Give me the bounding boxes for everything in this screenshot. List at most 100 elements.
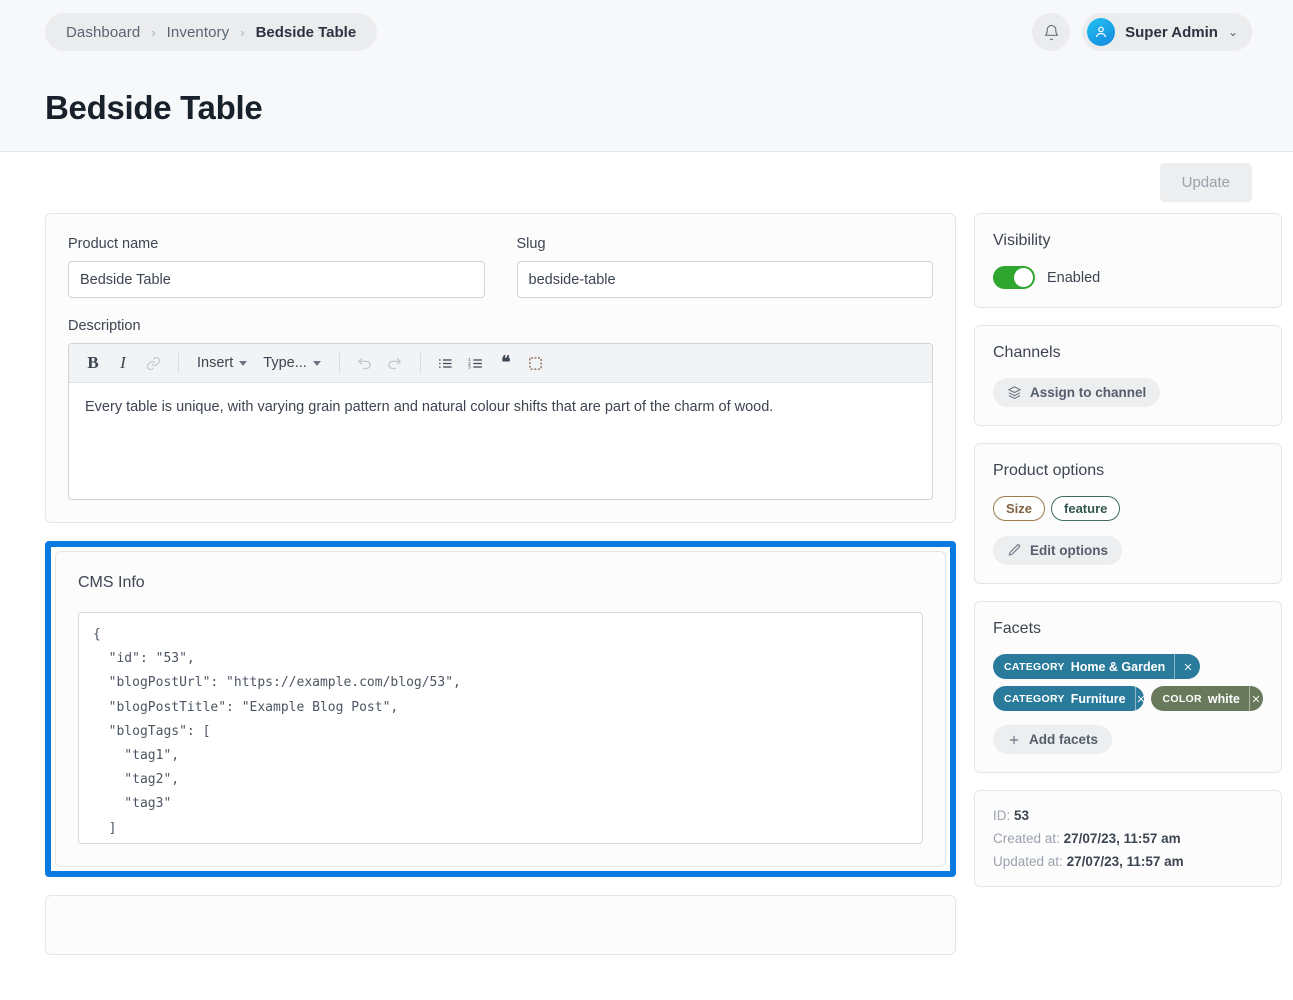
metadata-created-value: 27/07/23, 11:57 am xyxy=(1064,831,1181,846)
link-icon xyxy=(146,356,161,371)
metadata-updated-label: Updated at: xyxy=(993,854,1063,869)
slug-label: Slug xyxy=(517,236,934,252)
numbered-list-icon: 1 2 3 xyxy=(467,355,484,372)
type-label: Type... xyxy=(263,355,307,371)
insert-dropdown[interactable]: Insert xyxy=(190,349,254,377)
plus-icon xyxy=(1007,733,1021,747)
embed-block-icon xyxy=(528,356,543,371)
breadcrumb-item-current: Bedside Table xyxy=(256,24,357,41)
facet-chip-category-home-garden[interactable]: CATEGORY Home & Garden xyxy=(993,654,1200,679)
metadata-created-label: Created at: xyxy=(993,831,1060,846)
undo-button[interactable] xyxy=(351,349,379,377)
edit-options-button[interactable]: Edit options xyxy=(993,536,1122,565)
channels-title: Channels xyxy=(993,344,1263,362)
toolbar-divider xyxy=(339,353,340,373)
cms-info-highlight: CMS Info { "id": "53", "blogPostUrl": "h… xyxy=(45,541,956,877)
close-icon xyxy=(1136,694,1145,704)
product-details-card: Product name Slug Description B I xyxy=(45,213,956,523)
visibility-card: Visibility Enabled xyxy=(974,213,1282,308)
assign-to-channel-button[interactable]: Assign to channel xyxy=(993,378,1160,407)
numbered-list-button[interactable]: 1 2 3 xyxy=(462,349,490,377)
slug-input[interactable] xyxy=(517,261,934,298)
add-facets-label: Add facets xyxy=(1029,732,1098,747)
rich-text-editor: B I Insert xyxy=(68,343,933,500)
blockquote-button[interactable]: ❝ xyxy=(492,349,520,377)
channels-card: Channels Assign to channel xyxy=(974,325,1282,426)
assign-to-channel-label: Assign to channel xyxy=(1030,385,1146,400)
option-chip-feature[interactable]: feature xyxy=(1051,496,1120,521)
description-text[interactable]: Every table is unique, with varying grai… xyxy=(69,383,932,499)
facet-row: CATEGORY Furniture COLOR white xyxy=(993,686,1263,711)
facet-chip-body: CATEGORY Furniture xyxy=(993,692,1135,706)
facet-chip-color-white[interactable]: COLOR white xyxy=(1151,686,1263,711)
toggle-knob xyxy=(1014,268,1033,287)
product-name-field-group: Product name xyxy=(68,236,485,298)
description-label: Description xyxy=(68,318,933,334)
close-icon xyxy=(1183,662,1193,672)
cms-info-json-editor[interactable]: { "id": "53", "blogPostUrl": "https://ex… xyxy=(78,612,923,844)
content-columns: Product name Slug Description B I xyxy=(45,213,1252,955)
breadcrumb: Dashboard › Inventory › Bedside Table xyxy=(45,13,377,51)
user-avatar-icon xyxy=(1087,18,1115,46)
cms-info-card: CMS Info { "id": "53", "blogPostUrl": "h… xyxy=(55,551,946,867)
chevron-right-icon: › xyxy=(151,26,155,39)
facet-value: Home & Garden xyxy=(1071,660,1165,674)
facet-chip-body: COLOR white xyxy=(1151,692,1248,706)
visibility-row: Enabled xyxy=(993,266,1263,289)
page-content: Update Product name Slug Descriptio xyxy=(0,152,1293,955)
metadata-updated: Updated at: 27/07/23, 11:57 am xyxy=(993,854,1263,869)
svg-text:3: 3 xyxy=(468,364,471,369)
add-facets-button[interactable]: Add facets xyxy=(993,725,1112,754)
bold-button[interactable]: B xyxy=(79,349,107,377)
remove-facet-button[interactable] xyxy=(1249,686,1263,711)
top-bar: Dashboard › Inventory › Bedside Table Su… xyxy=(0,0,1293,64)
chevron-down-icon: ⌄ xyxy=(1228,26,1238,38)
main-column: Product name Slug Description B I xyxy=(45,213,956,955)
option-chip-size[interactable]: Size xyxy=(993,496,1045,521)
update-button[interactable]: Update xyxy=(1160,163,1252,202)
toolbar-divider xyxy=(420,353,421,373)
page-title: Bedside Table xyxy=(45,89,262,127)
metadata-id-value: 53 xyxy=(1014,808,1029,823)
redo-icon xyxy=(386,355,403,372)
redo-button[interactable] xyxy=(381,349,409,377)
slug-field-group: Slug xyxy=(517,236,934,298)
next-card-partial xyxy=(45,895,956,955)
sidebar-column: Visibility Enabled Channels Assign to ch… xyxy=(974,213,1282,887)
product-option-chips: Size feature xyxy=(993,496,1263,521)
metadata-updated-value: 27/07/23, 11:57 am xyxy=(1067,854,1184,869)
chevron-right-icon: › xyxy=(240,26,244,39)
remove-facet-button[interactable] xyxy=(1135,686,1145,711)
metadata-created: Created at: 27/07/23, 11:57 am xyxy=(993,831,1263,846)
facet-chip-body: CATEGORY Home & Garden xyxy=(993,660,1174,674)
breadcrumb-item-inventory[interactable]: Inventory xyxy=(167,24,230,41)
user-menu-button[interactable]: Super Admin ⌄ xyxy=(1082,13,1252,51)
facet-key: COLOR xyxy=(1162,693,1201,705)
italic-button[interactable]: I xyxy=(109,349,137,377)
breadcrumb-item-dashboard[interactable]: Dashboard xyxy=(66,24,140,41)
bullet-list-button[interactable] xyxy=(432,349,460,377)
bullet-list-icon xyxy=(437,355,454,372)
link-button[interactable] xyxy=(139,349,167,377)
cms-info-title: CMS Info xyxy=(78,574,923,592)
embed-block-button[interactable] xyxy=(522,349,550,377)
visibility-state-label: Enabled xyxy=(1047,270,1100,286)
bell-icon xyxy=(1043,24,1060,41)
visibility-toggle[interactable] xyxy=(993,266,1035,289)
facet-chip-category-furniture[interactable]: CATEGORY Furniture xyxy=(993,686,1144,711)
close-icon xyxy=(1251,694,1261,704)
visibility-title: Visibility xyxy=(993,232,1263,250)
insert-label: Insert xyxy=(197,355,233,371)
notifications-button[interactable] xyxy=(1032,13,1070,51)
toolbar-divider xyxy=(178,353,179,373)
remove-facet-button[interactable] xyxy=(1174,654,1200,679)
type-dropdown[interactable]: Type... xyxy=(256,349,328,377)
facet-row: CATEGORY Home & Garden xyxy=(993,654,1263,679)
chevron-down-icon xyxy=(313,361,321,366)
name-slug-row: Product name Slug xyxy=(68,236,933,298)
product-name-input[interactable] xyxy=(68,261,485,298)
undo-icon xyxy=(356,355,373,372)
facets-title: Facets xyxy=(993,620,1263,638)
facet-key: CATEGORY xyxy=(1004,661,1065,673)
user-name-label: Super Admin xyxy=(1125,24,1218,41)
